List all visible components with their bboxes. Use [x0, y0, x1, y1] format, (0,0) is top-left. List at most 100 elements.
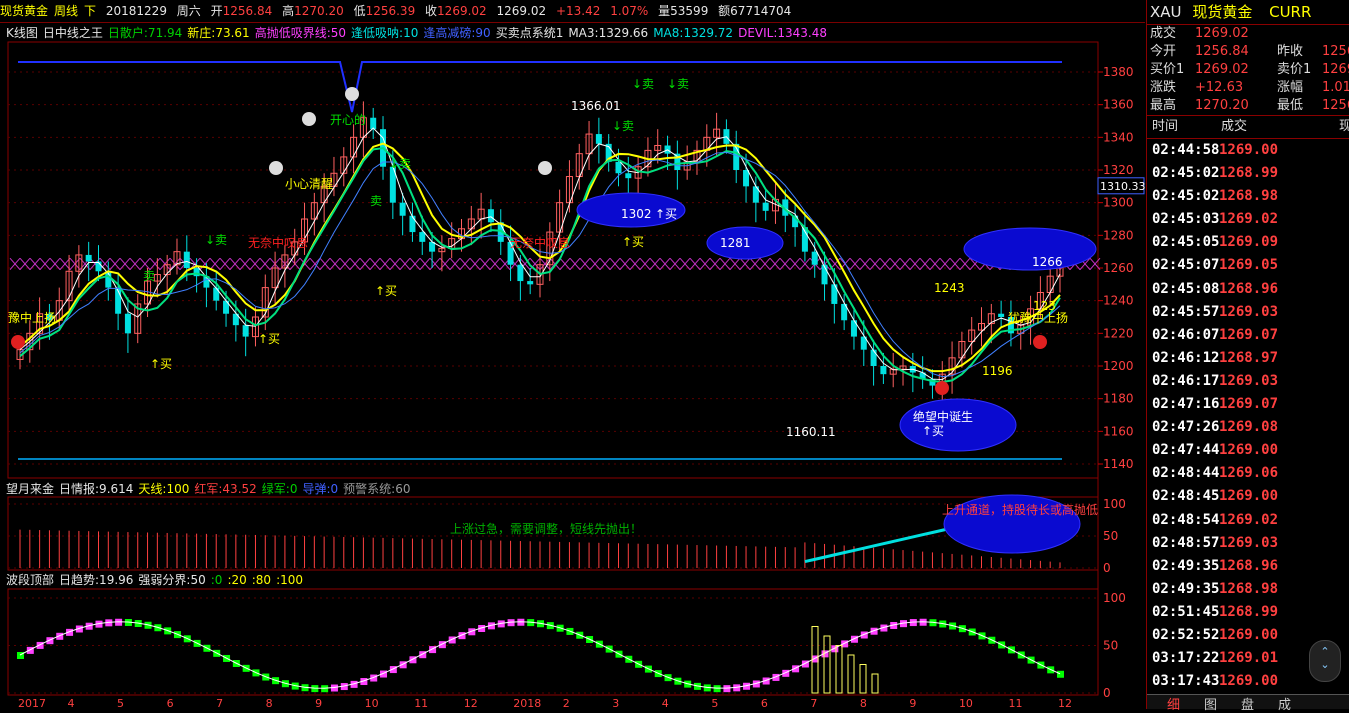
scroll-down-button[interactable]: ⌃ ⌄	[1309, 640, 1341, 682]
bar-weekday: 周六	[176, 4, 201, 18]
main-indicator-item: DEVIL:1343.48	[738, 26, 827, 40]
mid-indicator-sub[interactable]: 日情报:9.614	[59, 482, 133, 496]
signal-dot-icon	[935, 381, 949, 395]
tick-price: 1268.99	[1219, 165, 1279, 182]
quote-label: 成交	[1150, 26, 1177, 41]
candle-body-down	[615, 161, 622, 174]
tick-price: 1269.05	[1219, 257, 1279, 274]
tick-time: 02:49:35	[1152, 580, 1220, 597]
time-axis-label: 6	[167, 697, 174, 709]
change-value: +13.42	[555, 4, 601, 18]
mid-indicator-item: 绿军:0	[261, 482, 298, 496]
tick-time: 02:45:05	[1152, 234, 1220, 251]
chevron-up-icon: ⌃	[1320, 645, 1330, 658]
price-axis-label: 1380	[1103, 65, 1134, 79]
annotation-low: 1160.11	[786, 425, 836, 439]
annotation-1243: 1243	[934, 281, 965, 295]
period-label[interactable]: 周线	[54, 4, 78, 18]
chart-canvas[interactable]: 1380136013401320130012801260124012201200…	[0, 0, 1145, 709]
buy-signal: ↑买	[150, 357, 172, 371]
amount-value: 额67714704	[718, 4, 792, 18]
panel-tab[interactable]: 细	[1167, 694, 1180, 713]
price-axis-label: 1180	[1103, 392, 1134, 406]
time-axis-label: 10	[365, 697, 379, 709]
open-value: 1256.84	[222, 4, 273, 18]
quote-label: 昨收	[1277, 44, 1304, 59]
tick-row: 02:48:44 1269.06	[1147, 462, 1349, 485]
tick-price: 1269.02	[1219, 511, 1279, 528]
high-label: 高	[282, 4, 295, 18]
price-axis-label: 1220	[1103, 326, 1134, 340]
candle-body-down	[399, 202, 406, 216]
price-axis-label: 1140	[1103, 457, 1134, 471]
quote-value: 1256	[1322, 44, 1349, 59]
panel-tab[interactable]: 盘	[1241, 694, 1254, 713]
tick-price: 1269.02	[1219, 211, 1279, 228]
annotation-leaf: 开心的	[330, 112, 366, 127]
quote-row: 今开 1256.84 昨收 1256	[1147, 43, 1349, 61]
tick-price: 1269.03	[1219, 372, 1279, 389]
time-axis-label: 2	[563, 697, 570, 709]
candle-body-down	[527, 281, 534, 285]
tick-time: 02:48:44	[1152, 465, 1220, 482]
top-info-bar: 现货黄金 周线下 20181229 周六 开1256.84 高1270.20 低1…	[0, 0, 1145, 23]
yellow-spike-bar	[847, 654, 855, 694]
main-indicator-name[interactable]: K线图	[6, 26, 38, 40]
price-axis-label: 1260	[1103, 261, 1134, 275]
candle-body-down	[419, 232, 426, 242]
sell-signal: ↓卖	[667, 77, 689, 91]
tick-price: 1269.00	[1219, 626, 1279, 643]
tick-time: 02:47:44	[1152, 442, 1220, 459]
price-axis-label: 1300	[1103, 196, 1134, 210]
low-indicator-item: :100	[276, 573, 304, 587]
tick-price: 1269.03	[1219, 303, 1279, 320]
tick-header-deal: 成交	[1221, 119, 1248, 134]
tick-row: 02:46:17 1269.03	[1147, 370, 1349, 393]
tick-row: 02:49:35 1268.96	[1147, 555, 1349, 578]
main-indicator-item: 买卖点系统1	[495, 26, 564, 40]
open-label: 开	[210, 4, 223, 18]
signal-dot-icon	[1033, 335, 1047, 349]
tick-row: 02:47:44 1269.00	[1147, 439, 1349, 462]
tick-price: 1268.98	[1219, 188, 1279, 205]
tick-header-time: 时间	[1152, 119, 1179, 134]
panel-tab[interactable]: 成	[1278, 694, 1291, 713]
mid-indicator-name[interactable]: 望月来金	[6, 482, 54, 496]
quote-row: 最高 1270.20 最低 1256	[1147, 97, 1349, 115]
tick-row: 02:48:57 1269.03	[1147, 532, 1349, 555]
instrument-name: 现货黄金	[0, 4, 49, 18]
tick-list[interactable]: 02:44:58 1269.00 02:45:02 1268.99 02:45:02 12…	[1147, 139, 1349, 693]
time-axis-label: 2017	[18, 697, 46, 709]
price-tag: 1310.33	[1100, 180, 1145, 193]
annotation-left: 豫中上扬	[8, 310, 56, 325]
candle-body-down	[625, 173, 632, 179]
trend-block	[321, 685, 329, 693]
quote-value: 1256	[1322, 98, 1349, 113]
tick-row: 02:45:05 1269.09	[1147, 231, 1349, 254]
tick-time: 02:47:16	[1152, 396, 1220, 413]
tick-row: 02:51:45 1268.99	[1147, 601, 1349, 624]
tick-row: 02:45:57 1269.03	[1147, 301, 1349, 324]
candle-body-down	[85, 254, 92, 262]
tick-time: 03:17:22	[1152, 650, 1220, 667]
period-arrow[interactable]: 下	[84, 4, 96, 18]
candle-body-down	[880, 366, 887, 375]
high-value: 1270.20	[294, 4, 344, 18]
panel-tab[interactable]: 图	[1204, 694, 1217, 713]
low-indicator-sub[interactable]: 日趋势:19.96	[59, 573, 133, 587]
low-indicator-name[interactable]: 波段顶部	[6, 573, 54, 587]
tick-time: 02:45:02	[1152, 165, 1220, 182]
tick-row: 02:46:12 1268.97	[1147, 347, 1349, 370]
tick-row: 02:47:16 1269.07	[1147, 393, 1349, 416]
upper-channel-line	[18, 61, 1062, 113]
candle-body-down	[998, 313, 1005, 317]
main-indicator-item: 逢低吸呐:10	[351, 26, 419, 40]
mid-axis-label: 100	[1103, 497, 1126, 511]
candle-body-down	[213, 287, 220, 301]
mid-note-2: 上升通道，持股待长或高抛低	[942, 502, 1098, 517]
time-axis-label: 5	[117, 697, 124, 709]
main-indicator-sub[interactable]: 日中线之王	[43, 26, 103, 40]
tick-time: 02:45:03	[1152, 211, 1220, 228]
annotation-1302: 1302	[621, 207, 652, 221]
tick-price: 1269.00	[1219, 673, 1279, 690]
